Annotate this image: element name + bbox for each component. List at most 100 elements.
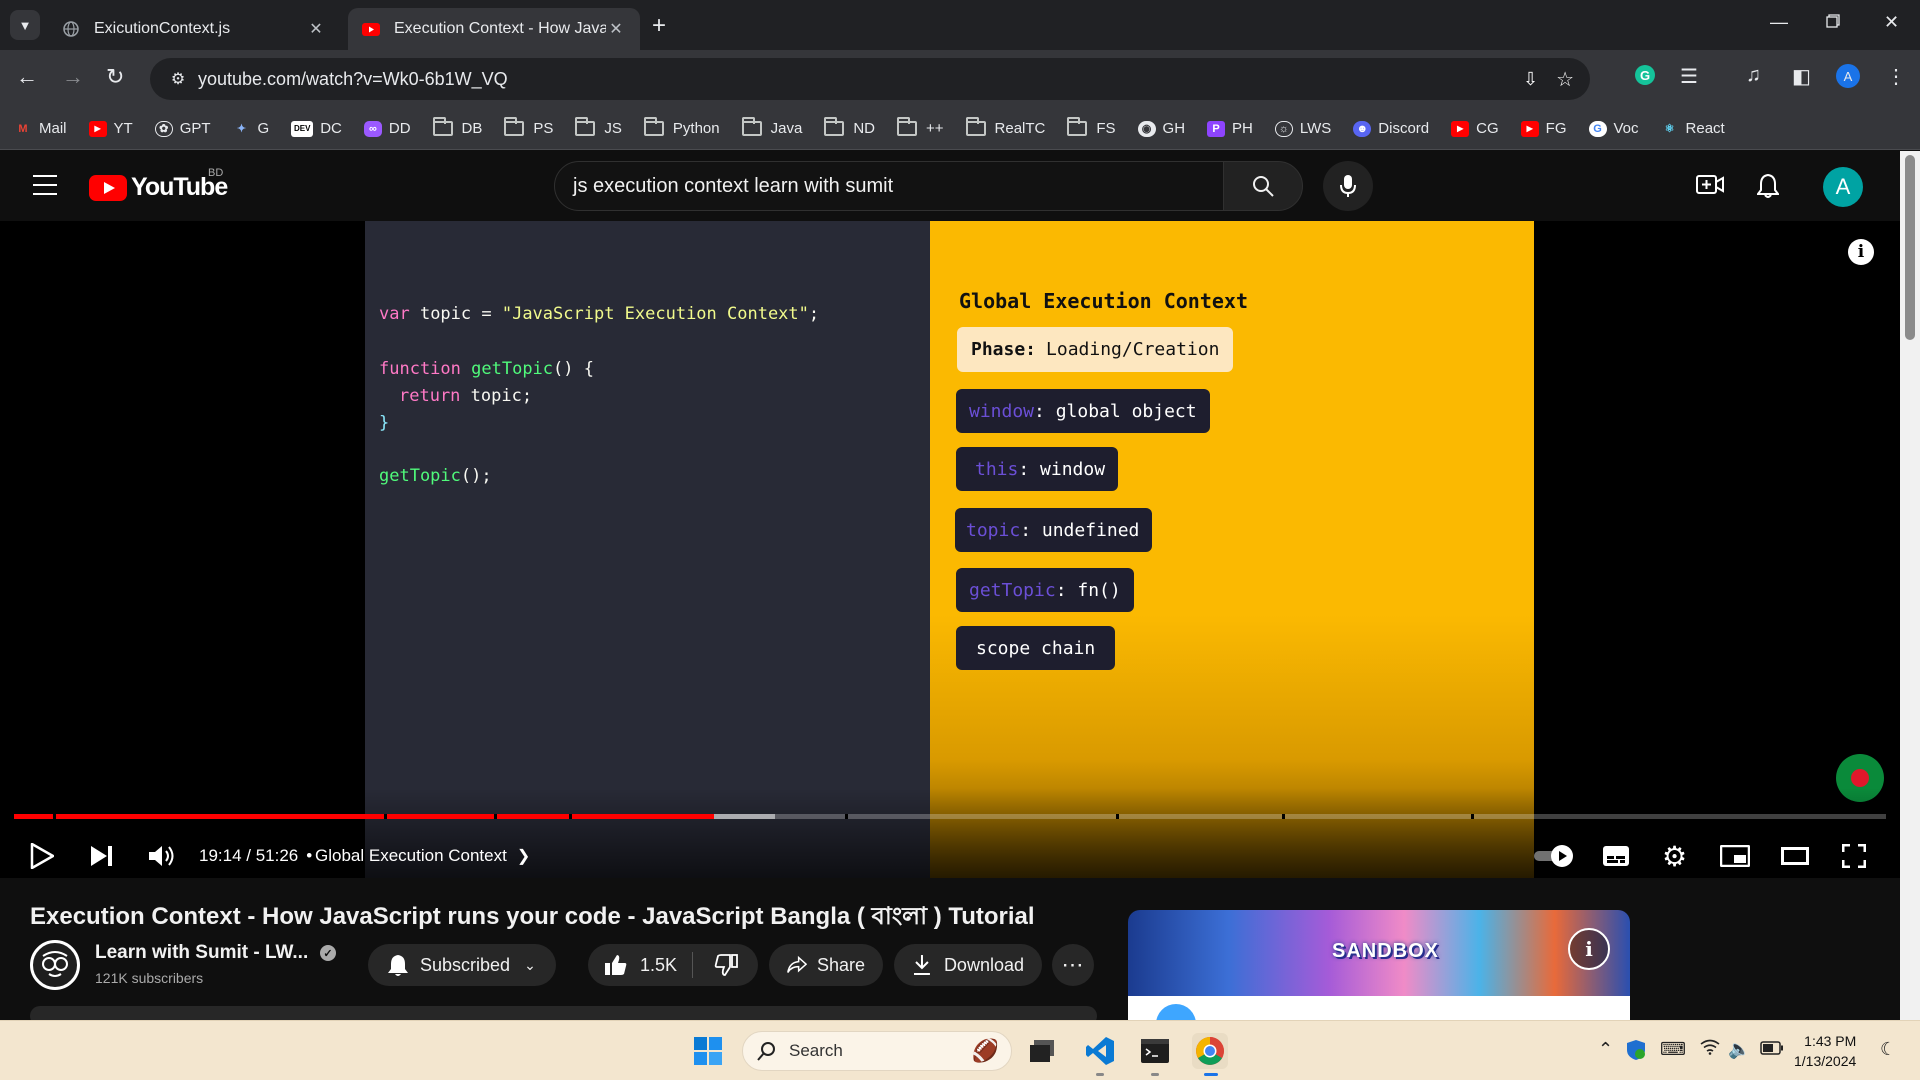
install-app-icon[interactable]: ⇩ (1523, 69, 1538, 90)
more-actions-button[interactable]: ⋯ (1052, 944, 1094, 986)
progress-bar[interactable] (14, 814, 1886, 819)
defender-icon[interactable] (1626, 1039, 1646, 1066)
dislike-button[interactable] (693, 953, 758, 977)
bookmark-folder-ps[interactable]: PS (504, 117, 553, 137)
tab-youtube-video[interactable]: Execution Context - How JavaSc ✕ (348, 8, 640, 50)
bookmark-folder-js[interactable]: JS (575, 117, 622, 137)
bookmark-dd[interactable]: ∞ DD (363, 120, 411, 137)
like-button[interactable]: 1.5K (588, 953, 692, 977)
bookmark-g[interactable]: ✦ G (233, 120, 269, 137)
back-arrow-icon[interactable]: ← (16, 64, 38, 90)
bookmark-ph[interactable]: P PH (1207, 120, 1253, 137)
bookmark-gh[interactable]: ◉ GH (1137, 120, 1185, 137)
wifi-icon[interactable] (1700, 1039, 1720, 1060)
forward-arrow-icon[interactable]: → (62, 64, 84, 90)
close-icon[interactable]: ✕ (606, 19, 626, 39)
bookmark-voc[interactable]: G Voc (1588, 120, 1639, 137)
account-avatar[interactable]: A (1823, 167, 1863, 207)
show-hidden-icons[interactable]: ⌃ (1598, 1039, 1613, 1060)
share-button[interactable]: Share (769, 944, 883, 986)
restore-icon[interactable] (1826, 12, 1840, 33)
extensions-icon[interactable]: ☰ (1680, 64, 1698, 89)
site-settings-icon[interactable]: ⚙ (158, 69, 198, 89)
bookmark-folder-python[interactable]: Python (643, 117, 720, 137)
url-text[interactable]: youtube.com/watch?v=Wk0-6b1W_VQ (198, 69, 1523, 90)
task-view-icon[interactable] (1024, 1033, 1060, 1069)
volume-button[interactable] (148, 839, 176, 873)
bookmark-folder-cpp[interactable]: ++ (896, 117, 944, 137)
search-button[interactable] (1223, 161, 1303, 211)
settings-button[interactable]: ⚙ (1662, 839, 1687, 873)
media-control-icon[interactable]: ♫ (1746, 64, 1761, 87)
star-icon[interactable]: ☆ (1556, 67, 1574, 92)
address-bar[interactable]: ⚙ youtube.com/watch?v=Wk0-6b1W_VQ ⇩ ☆ (150, 58, 1590, 100)
scrollbar-thumb[interactable] (1905, 155, 1915, 340)
battery-icon[interactable] (1760, 1039, 1784, 1060)
speaker-icon[interactable]: 🔈 (1728, 1039, 1750, 1060)
grammarly-icon[interactable]: G (1634, 64, 1656, 92)
windows-start-icon[interactable] (690, 1033, 726, 1069)
bookmark-react[interactable]: ⚛ React (1661, 120, 1725, 137)
profile-avatar[interactable]: A (1836, 64, 1860, 88)
country-code: BD (208, 167, 224, 179)
bookmark-fg[interactable]: ▶ FG (1520, 120, 1567, 137)
terminal-icon[interactable] (1137, 1033, 1173, 1069)
bookmark-folder-java[interactable]: Java (741, 117, 802, 137)
chapter-title: Global Execution Context (315, 846, 507, 865)
youtube-logo[interactable]: YouTube BD (89, 167, 228, 202)
create-video-icon[interactable] (1696, 173, 1724, 202)
bookmark-cg[interactable]: ▶ CG (1451, 120, 1499, 137)
chapter-title-button[interactable]: Global Execution Context ❯ (315, 839, 530, 873)
video-player[interactable]: var topic = "JavaScript Execution Contex… (0, 221, 1900, 878)
bookmark-lws[interactable]: ☼ LWS (1274, 120, 1331, 137)
close-icon[interactable]: ✕ (306, 19, 326, 39)
miniplayer-button[interactable] (1720, 839, 1750, 873)
next-button[interactable] (90, 839, 114, 873)
bookmark-folder-realtc[interactable]: RealTC (965, 117, 1045, 137)
code-line-1: var topic = "JavaScript Execution Contex… (379, 304, 820, 324)
ad-banner[interactable]: SANDBOX i (1128, 910, 1630, 996)
close-window-icon[interactable]: ✕ (1884, 12, 1899, 33)
tab-exicution-context[interactable]: ExicutionContext.js ✕ (48, 8, 340, 50)
bookmark-gpt[interactable]: ✿ GPT (154, 120, 211, 137)
chrome-icon[interactable] (1192, 1033, 1228, 1069)
bookmark-folder-fs[interactable]: FS (1067, 117, 1116, 137)
new-tab-button[interactable]: + (652, 12, 666, 40)
tab-search-button[interactable]: ▼ (10, 10, 40, 40)
video-info-section: Execution Context - How JavaScript runs … (0, 878, 1900, 1020)
react-icon: ⚛ (1664, 123, 1675, 135)
search-input[interactable]: js execution context learn with sumit (554, 161, 1224, 211)
theater-mode-button[interactable] (1781, 839, 1809, 873)
autoplay-toggle[interactable] (1532, 839, 1576, 873)
bookmark-folder-db[interactable]: DB (432, 117, 482, 137)
ad-info-icon[interactable]: i (1568, 928, 1610, 970)
bookmark-mail[interactable]: M Mail (14, 120, 66, 137)
minimize-icon[interactable]: — (1770, 12, 1788, 33)
video-info-icon[interactable]: i (1848, 239, 1874, 265)
notifications-bell-icon[interactable] (1756, 173, 1780, 204)
bookmark-discord[interactable]: ☻ Discord (1353, 120, 1429, 137)
subtitles-button[interactable] (1602, 839, 1630, 873)
reload-icon[interactable]: ↻ (106, 64, 124, 90)
channel-name[interactable]: Learn with Sumit - LW... (95, 942, 308, 964)
subscribed-button[interactable]: Subscribed ⌄ (368, 944, 556, 986)
voice-search-button[interactable] (1323, 161, 1373, 211)
fullscreen-button[interactable] (1842, 839, 1866, 873)
more-menu-icon[interactable]: ⋮ (1886, 64, 1906, 89)
bookmark-yt[interactable]: ▶ YT (88, 120, 133, 137)
autoplay-icon (1534, 845, 1573, 867)
system-clock[interactable]: 1:43 PM 1/13/2024 (1794, 1031, 1856, 1071)
focus-moon-icon[interactable]: ☾ (1880, 1039, 1896, 1060)
vscode-icon[interactable] (1082, 1033, 1118, 1069)
menu-icon[interactable] (33, 175, 57, 202)
keyboard-icon[interactable]: ⌨ (1660, 1039, 1686, 1060)
channel-avatar[interactable] (30, 940, 80, 990)
taskbar-search-input[interactable]: Search 🏈 (742, 1031, 1012, 1071)
bookmark-dc[interactable]: DEV DC (291, 120, 342, 137)
bookmark-folder-nd[interactable]: ND (824, 117, 875, 137)
play-button[interactable] (30, 839, 54, 873)
description-box[interactable] (30, 1006, 1097, 1020)
side-panel-icon[interactable]: ◧ (1792, 64, 1811, 89)
ad-card-body (1128, 996, 1630, 1020)
download-button[interactable]: Download (894, 944, 1042, 986)
